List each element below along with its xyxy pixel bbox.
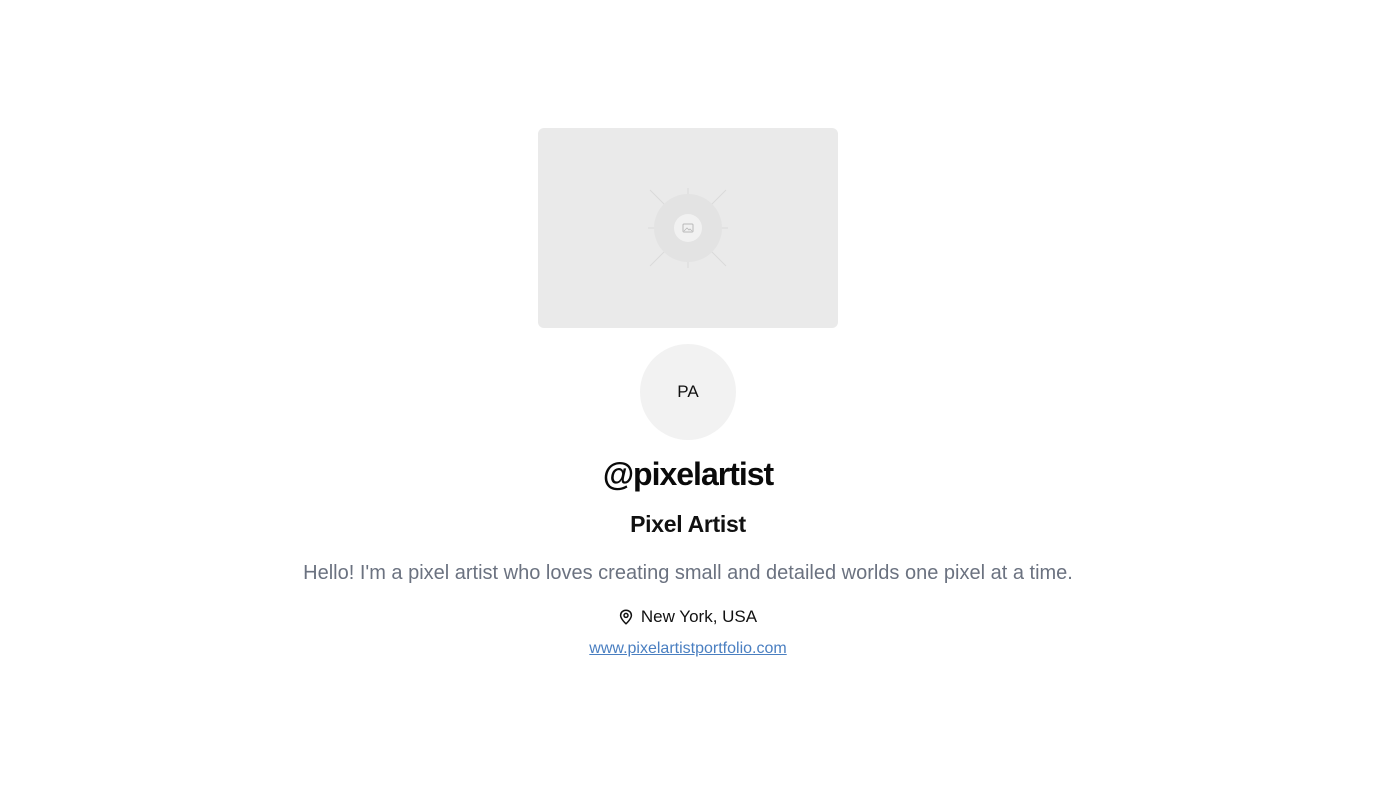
username: @pixelartist xyxy=(602,456,774,492)
website-link[interactable]: www.pixelartistportfolio.com xyxy=(589,640,786,657)
location-pin-icon xyxy=(619,609,633,625)
avatar-initials: PA xyxy=(677,382,699,401)
profile-page: PA @pixelartist Pixel Artist Hello! I'm … xyxy=(0,0,1376,789)
avatar: PA xyxy=(640,344,736,440)
image-placeholder-icon xyxy=(648,188,728,268)
location: New York, USA xyxy=(0,605,1376,629)
bio-text: Hello! I'm a pixel artist who loves crea… xyxy=(303,562,1073,584)
location-label: New York, USA xyxy=(640,607,758,626)
website-container: www.pixelartistportfolio.com xyxy=(0,638,1376,660)
cover-image xyxy=(538,128,838,328)
display-name: Pixel Artist xyxy=(630,511,746,537)
